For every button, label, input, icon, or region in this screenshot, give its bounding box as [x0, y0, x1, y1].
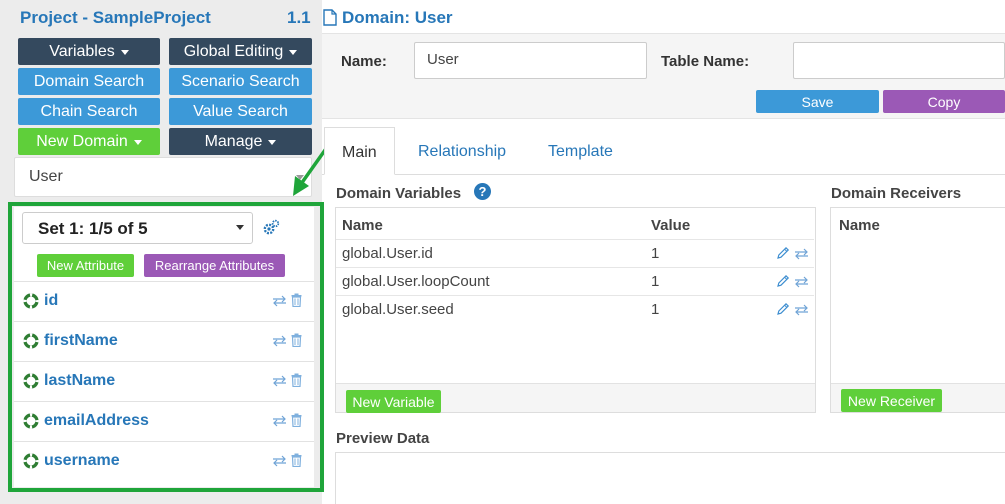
life-ring-icon	[23, 373, 39, 389]
trash-icon[interactable]	[291, 293, 302, 307]
new-domain-button-label: New Domain	[36, 132, 128, 150]
caret-down-icon	[120, 50, 129, 55]
pencil-icon[interactable]	[776, 246, 790, 260]
value-search-button[interactable]: Value Search	[169, 98, 312, 125]
caret-down-icon	[133, 140, 142, 145]
receivers-name-column-header: Name	[839, 217, 880, 234]
preview-data-area	[335, 452, 1005, 504]
attribute-set-select[interactable]: Set 1: 1/5 of 5	[22, 212, 253, 244]
global-editing-dropdown-button[interactable]: Global Editing	[169, 38, 312, 65]
variable-name: global.User.id	[342, 245, 433, 262]
name-input[interactable]: User	[414, 42, 647, 79]
swap-icon[interactable]	[794, 248, 809, 260]
global-editing-button-label: Global Editing	[183, 42, 284, 60]
name-label: Name:	[341, 53, 387, 70]
swap-icon[interactable]	[272, 455, 287, 467]
attribute-item-first-name[interactable]: firstName	[14, 321, 314, 361]
chain-search-button[interactable]: Chain Search	[18, 98, 160, 125]
variable-name: global.User.loopCount	[342, 273, 490, 290]
life-ring-icon	[23, 293, 39, 309]
variables-value-column-header: Value	[651, 217, 691, 234]
variable-row: global.User.loopCount 1	[336, 267, 814, 295]
swap-icon[interactable]	[272, 335, 287, 347]
variable-row: global.User.id 1	[336, 239, 814, 267]
caret-down-icon	[236, 225, 244, 230]
swap-icon[interactable]	[272, 295, 287, 307]
new-variable-button[interactable]: New Variable	[346, 390, 441, 413]
variables-dropdown-button[interactable]: Variables	[18, 38, 160, 65]
pencil-icon[interactable]	[776, 274, 790, 288]
trash-icon[interactable]	[291, 373, 302, 387]
tab-main[interactable]: Main	[324, 127, 395, 175]
new-attribute-button[interactable]: New Attribute	[37, 254, 134, 277]
attribute-label[interactable]: emailAddress	[44, 412, 149, 430]
tab-relationship[interactable]: Relationship	[418, 127, 506, 175]
variable-row: global.User.seed 1	[336, 295, 814, 323]
life-ring-icon	[23, 413, 39, 429]
attribute-item-username[interactable]: username	[14, 441, 314, 481]
manage-button-label: Manage	[204, 132, 263, 150]
attribute-label[interactable]: username	[44, 452, 120, 470]
settings-cogs-icon[interactable]	[262, 219, 280, 237]
swap-icon[interactable]	[272, 375, 287, 387]
attribute-label[interactable]: firstName	[44, 332, 118, 350]
table-name-label: Table Name:	[661, 53, 750, 70]
variables-button-label: Variables	[49, 42, 115, 60]
attribute-item-id[interactable]: id	[14, 281, 314, 321]
new-receiver-button[interactable]: New Receiver	[841, 389, 942, 412]
trash-icon[interactable]	[291, 453, 302, 467]
trash-icon[interactable]	[291, 413, 302, 427]
copy-button[interactable]: Copy	[883, 90, 1005, 113]
project-version: 1.1	[287, 8, 311, 27]
attribute-label[interactable]: lastName	[44, 372, 115, 390]
domain-select[interactable]: User	[14, 157, 312, 197]
rearrange-attributes-button[interactable]: Rearrange Attributes	[144, 254, 285, 277]
swap-icon[interactable]	[794, 276, 809, 288]
project-title: Project - SampleProject	[20, 8, 211, 27]
scenario-search-button[interactable]: Scenario Search	[169, 68, 312, 95]
document-icon	[323, 9, 337, 26]
variables-name-column-header: Name	[342, 217, 383, 234]
variable-value: 1	[651, 301, 660, 318]
caret-down-icon	[289, 50, 298, 55]
attribute-item-last-name[interactable]: lastName	[14, 361, 314, 401]
life-ring-icon	[23, 453, 39, 469]
life-ring-icon	[23, 333, 39, 349]
variable-value: 1	[651, 273, 660, 290]
domain-title: Domain: User	[342, 8, 453, 27]
new-domain-dropdown-button[interactable]: New Domain	[18, 128, 160, 155]
save-button[interactable]: Save	[756, 90, 879, 113]
attribute-list: id firstName lastName emailAddress username	[14, 281, 314, 481]
variable-value: 1	[651, 245, 660, 262]
domain-search-button[interactable]: Domain Search	[18, 68, 160, 95]
trash-icon[interactable]	[291, 333, 302, 347]
attribute-label[interactable]: id	[44, 292, 58, 310]
tab-template[interactable]: Template	[548, 127, 613, 175]
swap-icon[interactable]	[794, 304, 809, 316]
preview-data-title: Preview Data	[336, 430, 430, 447]
table-name-input[interactable]	[793, 42, 1005, 79]
variable-name: global.User.seed	[342, 301, 454, 318]
attribute-item-email-address[interactable]: emailAddress	[14, 401, 314, 441]
pencil-icon[interactable]	[776, 302, 790, 316]
caret-down-icon	[268, 140, 277, 145]
swap-icon[interactable]	[272, 415, 287, 427]
help-icon[interactable]: ?	[474, 183, 491, 200]
domain-variables-title: Domain Variables	[336, 185, 462, 202]
domain-receivers-title: Domain Receivers	[831, 185, 962, 202]
